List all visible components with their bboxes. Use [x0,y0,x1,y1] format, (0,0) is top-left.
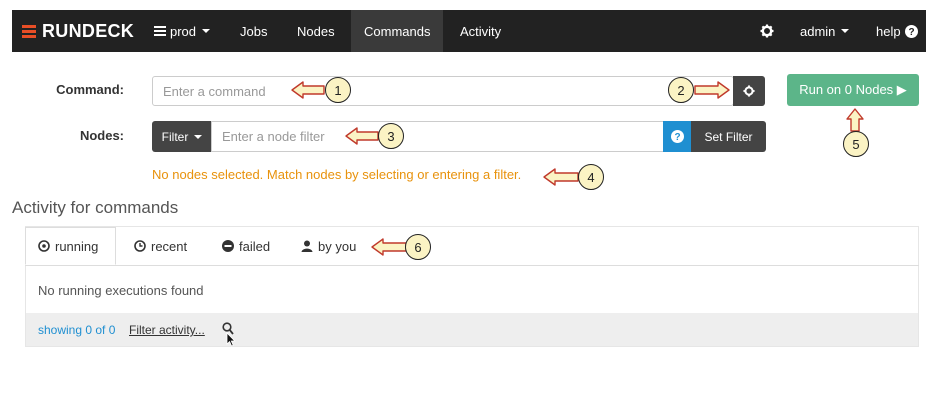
callout-arrow-right-icon [694,81,730,99]
tab-label: by you [318,238,357,254]
tab-divider [25,265,919,266]
brand-logo[interactable]: RUNDECK [22,10,134,52]
clock-icon [134,240,146,252]
question-circle-icon: ? [670,130,684,143]
nav-activity[interactable]: Activity [460,10,501,52]
tab-failed[interactable]: failed [222,227,270,265]
callout-arrow-left-icon [371,238,407,256]
project-dropdown[interactable]: prod [154,10,211,52]
chevron-down-icon [194,134,203,139]
help-label: help [876,23,901,39]
project-list-icon [154,26,166,36]
command-options-button[interactable] [733,76,765,106]
chevron-down-icon [841,29,850,33]
command-input[interactable]: Enter a command [152,76,734,106]
minus-circle-icon [222,240,234,252]
filter-activity-label: Filter activity... [129,323,205,337]
tab-recent[interactable]: recent [134,227,187,265]
filter-dropdown-button[interactable]: Filter [152,121,212,152]
callout-1: 1 [325,77,351,103]
command-placeholder: Enter a command [163,83,266,99]
callout-3: 3 [378,123,404,149]
question-circle-icon: ? [904,24,918,38]
no-executions-message: No running executions found [38,283,204,298]
callout-arrow-up-icon [846,108,864,132]
nav-commands[interactable]: Commands [351,10,444,52]
help-menu[interactable]: help ? [876,10,918,52]
tab-label: running [55,238,99,254]
settings-gear-icon[interactable] [760,10,774,52]
user-name: admin [800,23,836,39]
callout-arrow-left-icon [291,81,325,99]
set-filter-button[interactable]: Set Filter [691,121,766,152]
callout-arrow-left-icon [345,127,379,145]
filter-activity-link[interactable]: Filter activity... [129,323,205,337]
brand-name: RUNDECK [42,20,135,41]
tab-label: failed [239,238,271,254]
callout-2: 2 [668,77,694,103]
filter-button-label: Filter [161,129,189,144]
run-button[interactable]: Run on 0 Nodes ▶ [787,74,919,106]
filter-help-button[interactable]: ? [663,121,691,152]
tab-running[interactable]: running [25,227,116,265]
gear-icon [743,85,755,97]
mouse-cursor-icon [226,332,236,347]
nodes-label: Nodes: [79,128,124,143]
project-label: prod [170,23,197,39]
callout-4: 4 [578,164,604,190]
chevron-down-icon [202,29,211,33]
nav-jobs[interactable]: Jobs [240,10,267,52]
nav-nodes[interactable]: Nodes [297,10,335,52]
node-filter-placeholder: Enter a node filter [222,129,325,144]
callout-5: 5 [843,131,869,157]
tab-label: recent [151,238,188,254]
user-menu[interactable]: admin [800,10,850,52]
callout-6: 6 [405,234,431,260]
command-label: Command: [56,82,124,97]
showing-count: showing 0 of 0 [38,323,116,337]
top-navbar: RUNDECK prod Jobs Nodes Commands Activit… [12,10,926,52]
activity-title: Activity for commands [12,198,179,217]
callout-arrow-left-icon [543,168,579,186]
play-circle-icon [38,240,50,252]
tab-by-you[interactable]: by you [301,227,356,265]
svg-text:?: ? [908,27,914,38]
svg-text:?: ? [674,132,680,143]
no-nodes-warning: No nodes selected. Match nodes by select… [152,167,522,182]
rundeck-logo-icon [22,24,36,38]
user-icon [301,240,313,252]
node-filter-input[interactable]: Enter a node filter [211,121,664,152]
